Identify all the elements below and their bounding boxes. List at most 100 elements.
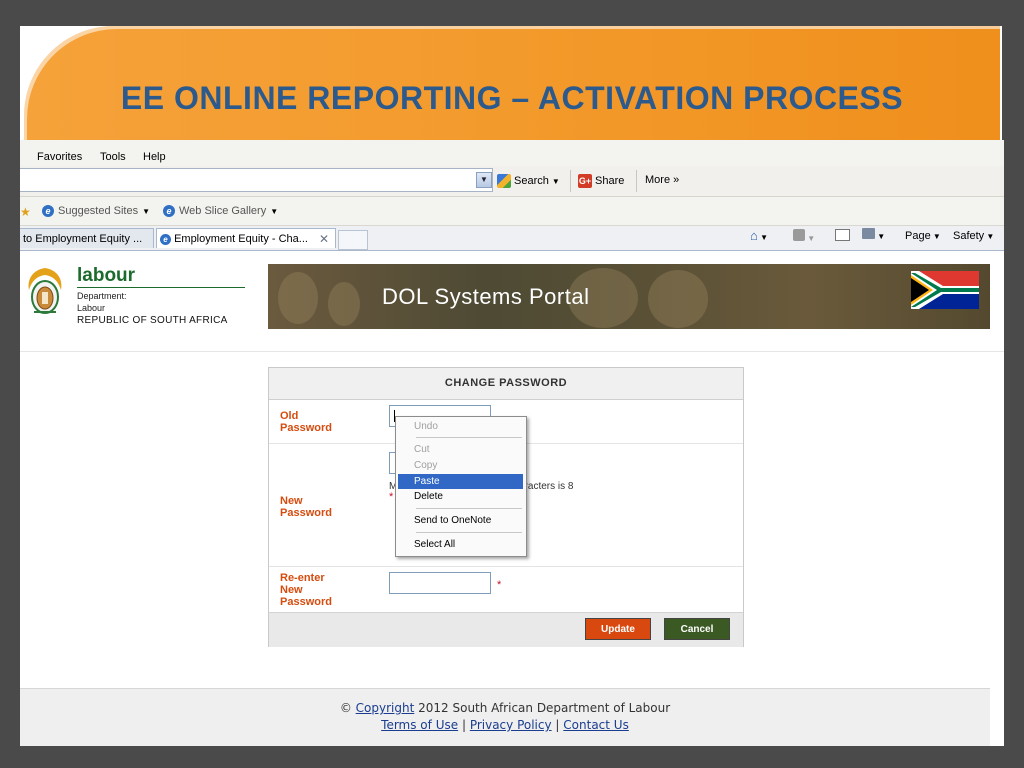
- favorites-item-web-slice-gallery[interactable]: e Web Slice Gallery ▼: [163, 205, 278, 217]
- print-button[interactable]: ▼: [862, 228, 885, 242]
- banner-figure: [278, 272, 318, 324]
- close-icon[interactable]: ✕: [319, 229, 329, 248]
- ie-icon: e: [160, 234, 171, 245]
- context-menu-cut[interactable]: Cut: [398, 442, 523, 457]
- favorites-item-label: Suggested Sites: [58, 205, 139, 217]
- safety-menu[interactable]: Safety ▼: [953, 230, 994, 242]
- update-button[interactable]: Update: [585, 618, 651, 640]
- contact-us-link[interactable]: Contact Us: [563, 718, 629, 732]
- copyright-text: 2012 South African Department of Labour: [418, 701, 671, 715]
- search-button[interactable]: Search ▼: [497, 174, 560, 188]
- chevron-down-icon: ▼: [142, 206, 151, 216]
- context-menu-separator: [416, 437, 522, 438]
- reenter-password-label-line: Password: [280, 596, 332, 608]
- change-password-heading: CHANGE PASSWORD: [269, 368, 743, 400]
- chevron-down-icon: ▼: [984, 232, 995, 241]
- new-password-label: New Password: [280, 495, 332, 519]
- chevron-down-icon: ▼: [805, 234, 816, 243]
- mail-button[interactable]: [835, 229, 850, 244]
- south-africa-flag-icon: [911, 271, 979, 309]
- new-password-label-line: New: [280, 495, 303, 507]
- reenter-password-label: Re-enter New Password: [280, 572, 332, 608]
- chevron-down-icon: ▼: [757, 233, 768, 242]
- country-label: REPUBLIC OF SOUTH AFRICA: [77, 315, 228, 326]
- chevron-down-icon: ▼: [270, 206, 279, 216]
- menu-help[interactable]: Help: [143, 151, 166, 163]
- brand-name: labour: [77, 265, 136, 286]
- department-line-1: Department:: [77, 291, 127, 301]
- old-password-label-line: Password: [280, 422, 332, 434]
- address-input[interactable]: [20, 168, 493, 192]
- tab-bar: to Employment Equity ... e Employment Eq…: [20, 226, 1004, 251]
- privacy-policy-link[interactable]: Privacy Policy: [470, 718, 552, 732]
- tab-employment-equity-change[interactable]: e Employment Equity - Cha... ✕: [156, 228, 336, 248]
- chevron-down-icon: ▼: [930, 232, 941, 241]
- new-password-label-line: Password: [280, 507, 332, 519]
- menu-tools[interactable]: Tools: [100, 151, 126, 163]
- favorites-item-label: Web Slice Gallery: [179, 205, 267, 217]
- tab-label: Employment Equity - Cha...: [174, 233, 308, 245]
- context-menu-select-all[interactable]: Select All: [398, 537, 523, 552]
- share-icon: G+: [578, 174, 592, 188]
- toolbar-separator: [636, 170, 637, 192]
- cancel-button[interactable]: Cancel: [664, 618, 730, 640]
- reenter-password-label-line: Re-enter: [280, 572, 325, 584]
- copyright-line: © Copyright 2012 South African Departmen…: [20, 701, 990, 715]
- link-separator: |: [555, 718, 560, 732]
- context-menu-send-to-onenote[interactable]: Send to OneNote: [398, 513, 523, 528]
- row-divider: [269, 566, 743, 567]
- feeds-button[interactable]: ▼: [793, 229, 815, 244]
- search-chevron-icon: ▼: [551, 176, 560, 186]
- form-actions: Update Cancel: [269, 612, 743, 647]
- context-menu-undo[interactable]: Undo: [398, 419, 523, 434]
- copyright-symbol: ©: [339, 701, 352, 715]
- favorites-item-suggested-sites[interactable]: e Suggested Sites ▼: [42, 205, 150, 217]
- share-button[interactable]: G+ Share: [578, 174, 624, 188]
- page-menu[interactable]: Page ▼: [905, 230, 941, 242]
- context-menu-copy[interactable]: Copy: [398, 458, 523, 473]
- slide-title: EE ONLINE REPORTING – ACTIVATION PROCESS: [120, 80, 904, 116]
- context-menu-separator: [416, 508, 522, 509]
- print-icon: [862, 228, 875, 239]
- search-icon: [497, 174, 511, 188]
- ie-icon: e: [42, 205, 54, 217]
- old-password-label-line: Old: [280, 410, 299, 422]
- address-toolbar: ▼ Search ▼ G+ Share More »: [20, 166, 1004, 197]
- reenter-password-label-line: New: [280, 584, 303, 596]
- portal-title: DOL Systems Portal: [382, 284, 590, 309]
- address-dropdown-icon[interactable]: ▼: [476, 172, 492, 188]
- context-menu-paste[interactable]: Paste: [398, 474, 523, 489]
- favorites-star-icon[interactable]: ★: [20, 205, 31, 219]
- safety-menu-label: Safety: [953, 230, 985, 242]
- new-tab-button[interactable]: [338, 230, 368, 250]
- context-menu-delete[interactable]: Delete: [398, 489, 523, 504]
- rss-icon: [793, 229, 805, 241]
- required-marker: *: [497, 579, 502, 591]
- more-button[interactable]: More »: [645, 174, 679, 186]
- mail-icon: [835, 229, 850, 241]
- context-menu: Undo Cut Copy Paste Delete Send to OneNo…: [395, 416, 527, 557]
- tab-employment-equity-1[interactable]: to Employment Equity ...: [20, 228, 154, 248]
- menu-favorites[interactable]: Favorites: [37, 151, 82, 163]
- banner-figure: [648, 270, 708, 328]
- reenter-password-input[interactable]: [389, 572, 491, 594]
- context-menu-separator: [416, 532, 522, 533]
- page-footer: © Copyright 2012 South African Departmen…: [20, 688, 990, 746]
- brand-divider: [77, 287, 245, 288]
- footer-links: Terms of Use | Privacy Policy | Contact …: [20, 718, 990, 732]
- home-button[interactable]: ⌂ ▼: [750, 228, 768, 243]
- banner-figure: [328, 282, 360, 326]
- chevron-down-icon: ▼: [875, 232, 886, 241]
- header-divider: [20, 351, 1004, 352]
- password-hint-end: aracters is 8: [519, 481, 574, 492]
- copyright-link[interactable]: Copyright: [356, 701, 415, 715]
- terms-of-use-link[interactable]: Terms of Use: [381, 718, 458, 732]
- page-menu-label: Page: [905, 230, 931, 242]
- required-marker: *: [389, 491, 394, 503]
- old-password-label: Old Password: [280, 410, 332, 434]
- ie-icon: e: [163, 205, 175, 217]
- tab-label: to Employment Equity ...: [23, 233, 143, 245]
- share-label: Share: [595, 175, 625, 187]
- link-separator: |: [461, 718, 466, 732]
- more-label: More »: [645, 174, 680, 186]
